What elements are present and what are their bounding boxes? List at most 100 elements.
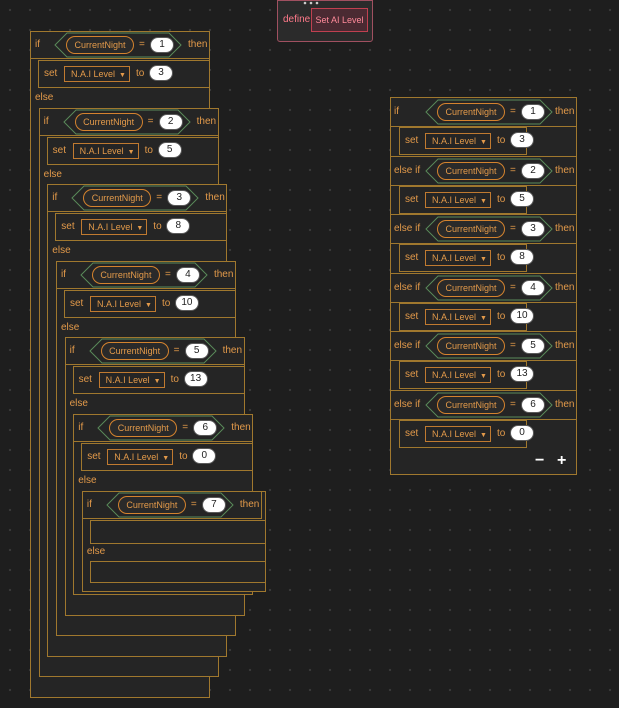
- then-keyword: then: [231, 422, 251, 433]
- empty-else-slot[interactable]: [89, 560, 266, 583]
- set-keyword: set: [405, 427, 419, 439]
- current-night-variable[interactable]: CurrentNight: [109, 419, 178, 437]
- night-value-input[interactable]: 6: [521, 396, 545, 413]
- set-keyword: set: [405, 310, 419, 322]
- drag-handle-icon[interactable]: [296, 0, 326, 6]
- night-value-input[interactable]: 2: [521, 162, 545, 179]
- current-night-variable[interactable]: CurrentNight: [91, 265, 160, 284]
- else-keyword: else: [78, 475, 97, 486]
- nai-level-dropdown[interactable]: N.A.I Level ▼: [425, 191, 491, 208]
- set-keyword: set: [405, 369, 419, 380]
- remove-else-if-button[interactable]: −: [535, 453, 544, 469]
- night-value-input[interactable]: 4: [521, 279, 545, 296]
- then-keyword: then: [555, 106, 575, 117]
- current-night-variable[interactable]: CurrentNight: [437, 337, 505, 355]
- night-value-input[interactable]: 7: [201, 496, 226, 513]
- equals-operator: =: [510, 281, 516, 293]
- to-keyword: to: [179, 451, 188, 462]
- level-value-input[interactable]: 3: [510, 132, 534, 148]
- level-value-input[interactable]: 0: [192, 448, 217, 464]
- nai-level-dropdown[interactable]: N.A.I Level ▼: [107, 449, 174, 465]
- chevron-down-icon: ▼: [480, 373, 487, 380]
- else-if-keyword: else if: [394, 281, 421, 293]
- chevron-down-icon: ▼: [480, 139, 487, 146]
- current-night-variable[interactable]: CurrentNight: [437, 103, 505, 121]
- set-keyword: set: [78, 374, 92, 386]
- if-keyword: if: [86, 498, 92, 510]
- current-night-variable[interactable]: CurrentNight: [83, 189, 152, 208]
- to-keyword: to: [497, 252, 506, 263]
- night-value-input[interactable]: 4: [175, 266, 200, 283]
- then-keyword: then: [555, 164, 575, 176]
- current-night-variable[interactable]: CurrentNight: [66, 36, 134, 54]
- nai-level-dropdown[interactable]: N.A.I Level ▼: [64, 66, 130, 82]
- then-keyword: then: [196, 115, 217, 127]
- nai-level-dropdown[interactable]: N.A.I Level ▼: [425, 367, 491, 383]
- to-keyword: to: [144, 144, 153, 156]
- level-value-input[interactable]: 0: [510, 424, 534, 441]
- chevron-down-icon: ▼: [136, 225, 144, 233]
- night-value-input[interactable]: 1: [521, 104, 545, 120]
- nai-level-dropdown[interactable]: N.A.I Level ▼: [425, 425, 491, 442]
- night-value-input[interactable]: 2: [158, 113, 183, 130]
- set-keyword: set: [69, 297, 84, 309]
- equals-operator: =: [156, 192, 163, 204]
- else-keyword: else: [52, 245, 71, 257]
- then-keyword: then: [188, 39, 208, 50]
- night-value-input[interactable]: 3: [167, 190, 192, 207]
- level-value-input[interactable]: 5: [157, 141, 182, 158]
- level-value-input[interactable]: 8: [166, 218, 191, 235]
- current-night-variable[interactable]: CurrentNight: [100, 342, 169, 361]
- level-value-input[interactable]: 13: [183, 371, 208, 388]
- set-keyword: set: [87, 451, 101, 462]
- then-keyword: then: [555, 281, 575, 293]
- nai-level-dropdown[interactable]: N.A.I Level ▼: [425, 133, 491, 149]
- empty-then-slot[interactable]: [89, 519, 266, 544]
- else-if-keyword: else if: [394, 164, 421, 176]
- current-night-variable[interactable]: CurrentNight: [74, 112, 143, 131]
- night-value-input[interactable]: 6: [193, 420, 218, 436]
- night-value-input[interactable]: 5: [521, 338, 545, 354]
- add-else-if-button[interactable]: +: [557, 453, 566, 469]
- nai-level-dropdown[interactable]: N.A.I Level ▼: [72, 142, 139, 159]
- current-night-variable[interactable]: CurrentNight: [117, 495, 186, 514]
- nai-level-dropdown[interactable]: N.A.I Level ▼: [98, 372, 165, 389]
- equals-operator: =: [190, 498, 197, 510]
- equals-operator: =: [510, 398, 516, 410]
- level-value-input[interactable]: 10: [174, 294, 199, 311]
- set-keyword: set: [405, 193, 419, 205]
- chevron-down-icon: ▼: [119, 72, 126, 79]
- set-keyword: set: [44, 68, 58, 79]
- to-keyword: to: [170, 374, 179, 386]
- night-value-input[interactable]: 3: [521, 221, 545, 237]
- nai-level-dropdown[interactable]: N.A.I Level ▼: [425, 308, 491, 325]
- set-keyword: set: [61, 221, 75, 233]
- nai-level-dropdown[interactable]: N.A.I Level ▼: [425, 250, 491, 266]
- level-value-input[interactable]: 10: [510, 307, 534, 324]
- night-value-input[interactable]: 1: [150, 37, 174, 53]
- current-night-variable[interactable]: CurrentNight: [437, 161, 505, 180]
- chevron-down-icon: ▼: [144, 301, 152, 309]
- level-value-input[interactable]: 3: [149, 65, 173, 81]
- nai-level-dropdown[interactable]: N.A.I Level ▼: [89, 295, 156, 312]
- chevron-down-icon: ▼: [480, 197, 487, 205]
- to-keyword: to: [161, 297, 171, 309]
- current-night-variable[interactable]: CurrentNight: [437, 278, 505, 297]
- if-keyword: if: [52, 192, 58, 204]
- current-night-variable[interactable]: CurrentNight: [437, 395, 505, 414]
- equals-operator: =: [173, 345, 180, 357]
- to-keyword: to: [153, 221, 162, 233]
- then-keyword: then: [222, 345, 243, 357]
- if-keyword: if: [35, 39, 40, 50]
- chevron-down-icon: ▼: [480, 431, 487, 439]
- level-value-input[interactable]: 8: [510, 249, 534, 265]
- level-value-input[interactable]: 13: [510, 366, 534, 382]
- current-night-variable[interactable]: CurrentNight: [437, 220, 505, 238]
- nai-level-dropdown[interactable]: N.A.I Level ▼: [81, 219, 148, 236]
- night-value-input[interactable]: 5: [184, 343, 209, 360]
- define-procedure-name[interactable]: Set AI Level: [311, 8, 368, 32]
- equals-operator: =: [510, 340, 516, 351]
- equals-operator: =: [510, 106, 516, 117]
- chevron-down-icon: ▼: [480, 256, 487, 263]
- level-value-input[interactable]: 5: [510, 190, 534, 207]
